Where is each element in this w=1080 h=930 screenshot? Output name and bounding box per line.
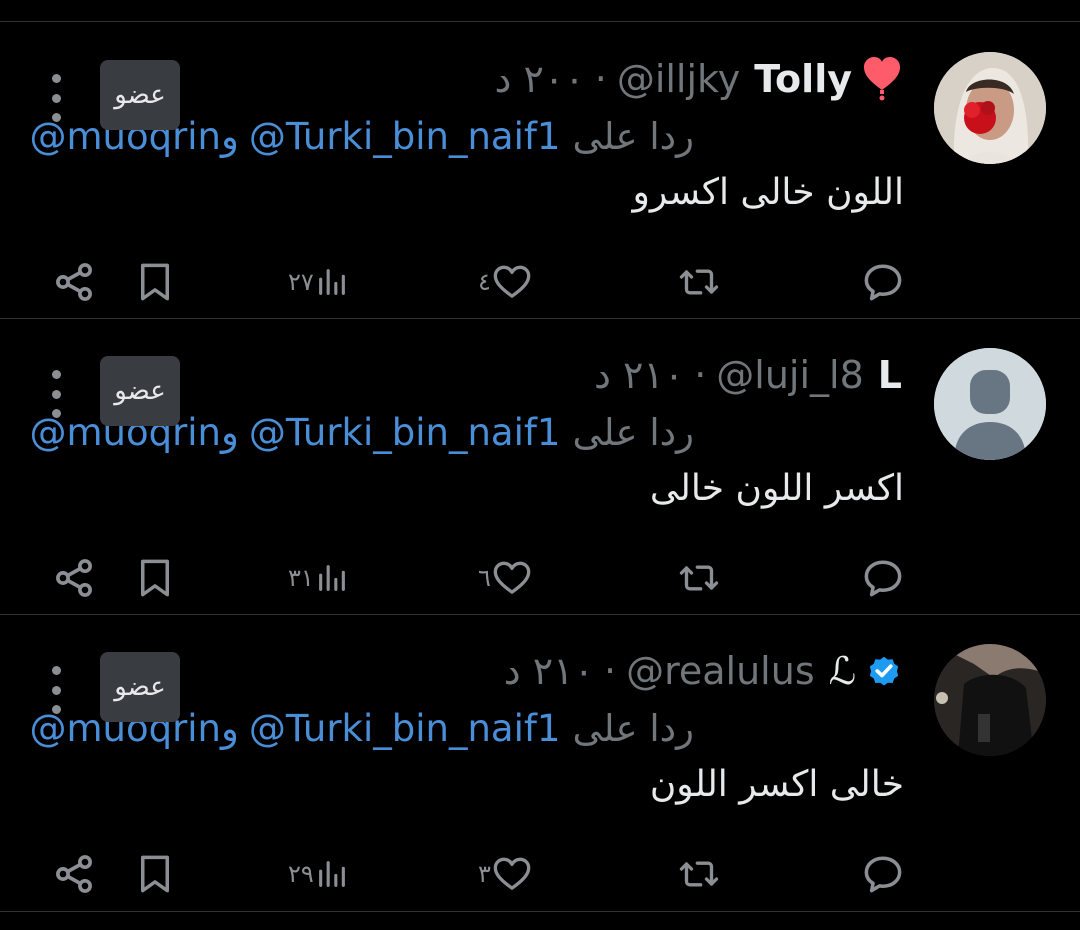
timestamp[interactable]: ٢١٠ د <box>594 353 684 397</box>
tweet-text: خالى اكسر اللون <box>649 764 904 805</box>
bookmark-button[interactable] <box>134 250 176 314</box>
bookmark-icon <box>141 559 169 597</box>
mention-link[interactable]: @Turki_bin_naif1 <box>249 707 561 750</box>
share-button[interactable] <box>52 842 96 906</box>
share-icon <box>56 855 92 893</box>
timestamp[interactable]: ٢٠٠ د <box>494 57 584 101</box>
tweet-header: ٢١٠ د · @realulus ℒ <box>504 646 902 696</box>
more-options-icon[interactable] <box>44 370 68 418</box>
verified-check-icon <box>866 653 902 689</box>
share-button[interactable] <box>52 546 96 610</box>
share-icon <box>56 263 92 301</box>
tweet-header: ٢٠٠ د · @illjky Tolly <box>494 54 902 104</box>
display-name[interactable]: ℒ <box>829 649 856 693</box>
member-badge[interactable]: عضو <box>100 356 180 426</box>
heart-icon <box>493 265 531 298</box>
likes-count: ٣ <box>478 860 491 888</box>
avatar[interactable] <box>934 348 1046 460</box>
views-button[interactable]: ٣١ <box>288 546 350 610</box>
user-handle[interactable]: @luji_l8 <box>716 353 864 397</box>
like-button[interactable]: ٤ <box>478 250 533 314</box>
divider <box>0 911 1080 912</box>
separator-dot: · <box>694 353 707 397</box>
repost-button[interactable] <box>676 546 722 610</box>
bookmark-icon <box>141 855 169 893</box>
views-button[interactable]: ٢٧ <box>288 250 350 314</box>
analytics-icon <box>318 269 345 295</box>
tweet-text: اكسر اللون خالى <box>649 468 904 509</box>
like-button[interactable]: ٦ <box>478 546 533 610</box>
reply-button[interactable] <box>862 250 904 314</box>
repost-icon <box>679 565 719 591</box>
separator-dot: · <box>594 57 607 101</box>
comment-icon <box>864 560 902 597</box>
reply-prefix: ردا على <box>572 410 694 454</box>
analytics-icon <box>318 565 345 591</box>
user-handle[interactable]: @illjky <box>617 57 740 101</box>
reply-conjunction: و <box>221 114 239 158</box>
reply-conjunction: و <box>221 410 239 454</box>
reply-prefix: ردا على <box>572 114 694 158</box>
avatar[interactable] <box>934 644 1046 756</box>
tweet[interactable]: ٢٠٠ د · @illjky Tolly ردا على @Turki_bin… <box>0 22 1080 318</box>
heart-icon <box>493 561 531 594</box>
more-options-icon[interactable] <box>44 74 68 122</box>
member-badge[interactable]: عضو <box>100 60 180 130</box>
bookmark-button[interactable] <box>134 842 176 906</box>
display-name[interactable]: L <box>878 353 902 397</box>
avatar[interactable] <box>934 52 1046 164</box>
tweet[interactable]: ٢١٠ د · @realulus ℒ ردا على @Turki_bin_n… <box>0 614 1080 910</box>
likes-count: ٦ <box>478 564 491 592</box>
member-badge[interactable]: عضو <box>100 652 180 722</box>
repost-icon <box>679 269 719 295</box>
user-handle[interactable]: @realulus <box>626 649 815 693</box>
red-heart-emoji <box>862 56 902 102</box>
repost-button[interactable] <box>676 250 722 314</box>
display-name[interactable]: Tolly <box>754 57 852 101</box>
bookmark-icon <box>141 263 169 301</box>
views-count: ٢٩ <box>288 860 314 888</box>
views-count: ٣١ <box>288 564 314 592</box>
tweet[interactable]: ٢١٠ د · @luji_l8 L ردا على @Turki_bin_na… <box>0 318 1080 614</box>
repost-icon <box>679 861 719 887</box>
tweet-header: ٢١٠ د · @luji_l8 L <box>594 350 902 400</box>
like-button[interactable]: ٣ <box>478 842 533 906</box>
likes-count: ٤ <box>478 268 491 296</box>
views-count: ٢٧ <box>288 268 314 296</box>
tweet-text: اللون خالى اكسرو <box>632 172 904 213</box>
reply-button[interactable] <box>862 546 904 610</box>
separator-dot: · <box>603 649 617 693</box>
mention-link[interactable]: @Turki_bin_naif1 <box>249 115 561 158</box>
reply-button[interactable] <box>862 842 904 906</box>
reply-conjunction: و <box>221 706 239 750</box>
share-icon <box>56 559 92 597</box>
more-options-icon[interactable] <box>44 666 68 714</box>
comment-icon <box>864 264 902 301</box>
timestamp[interactable]: ٢١٠ د <box>504 649 594 693</box>
views-button[interactable]: ٢٩ <box>288 842 350 906</box>
bookmark-button[interactable] <box>134 546 176 610</box>
mention-link[interactable]: @Turki_bin_naif1 <box>249 411 561 454</box>
repost-button[interactable] <box>676 842 722 906</box>
analytics-icon <box>318 861 345 887</box>
share-button[interactable] <box>52 250 96 314</box>
reply-prefix: ردا على <box>572 706 694 750</box>
comment-icon <box>864 856 902 893</box>
heart-icon <box>493 857 531 890</box>
